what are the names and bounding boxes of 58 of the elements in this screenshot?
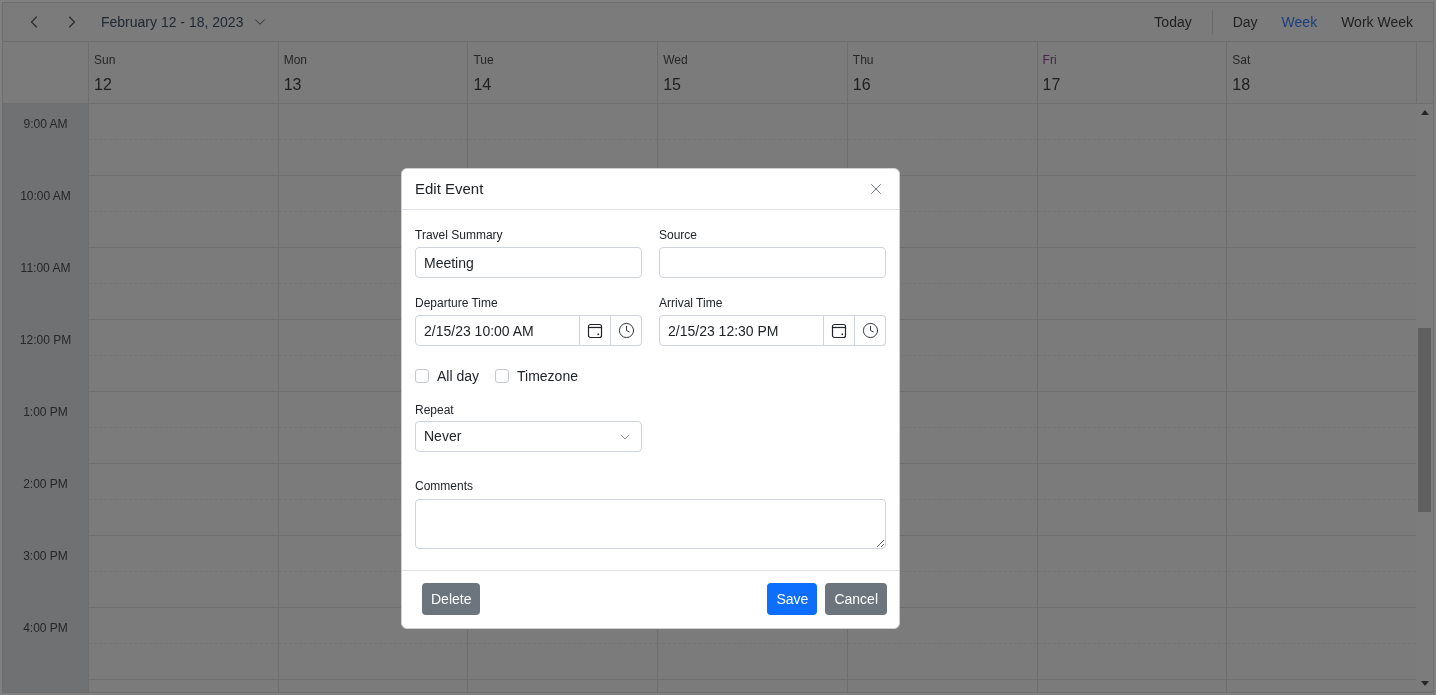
clock-button[interactable] — [855, 315, 886, 346]
clock-button[interactable] — [611, 315, 642, 346]
day-name: Thu — [852, 52, 874, 68]
delete-button[interactable]: Delete — [422, 583, 481, 615]
time-label: 11:00 AM — [20, 260, 71, 276]
day-name: Sat — [1232, 52, 1251, 68]
day-date: 17 — [1042, 75, 1061, 95]
day-name: Wed — [663, 52, 688, 68]
day-date: 14 — [473, 75, 492, 95]
field-label: Arrival Time — [659, 295, 724, 311]
time-label: 4:00 PM — [23, 620, 68, 636]
day-date: 12 — [94, 75, 112, 95]
checkbox-label: All day — [437, 366, 480, 386]
comments-field[interactable] — [415, 499, 886, 549]
clock-icon — [617, 322, 635, 339]
view-tab[interactable]: Day — [1232, 11, 1258, 33]
calendar-button[interactable] — [580, 315, 611, 346]
calendar-icon — [587, 322, 603, 339]
save-button[interactable]: Save — [767, 583, 818, 615]
day-date: 16 — [852, 75, 871, 95]
field-label: Travel Summary — [415, 227, 504, 243]
day-name: Fri — [1042, 52, 1057, 68]
cancel-button[interactable]: Cancel — [825, 583, 887, 615]
day-date: 13 — [283, 75, 302, 95]
calendar-icon — [831, 322, 847, 339]
time-label: 1:00 PM — [23, 404, 68, 420]
scrollbar-thumb[interactable] — [1418, 328, 1431, 512]
field-label: Departure Time — [415, 295, 499, 311]
text-field[interactable] — [659, 247, 886, 278]
field-label: Source — [659, 227, 699, 243]
checkbox[interactable] — [495, 369, 510, 383]
date-time-field[interactable]: 2/15/23 10:00 AM — [415, 315, 580, 346]
time-label: 10:00 AM — [20, 188, 71, 204]
date-time-field[interactable]: 2/15/23 12:30 PM — [659, 315, 824, 346]
day-date: 15 — [663, 75, 681, 95]
checkbox-label: Timezone — [517, 366, 578, 386]
view-tab[interactable]: Work Week — [1341, 11, 1413, 33]
field-label: Comments — [415, 478, 474, 494]
calendar-button[interactable] — [824, 315, 855, 346]
field-label: Repeat — [415, 402, 455, 418]
day-name: Sun — [94, 52, 116, 68]
text-field[interactable]: Meeting — [415, 247, 642, 278]
day-date: 18 — [1232, 75, 1251, 95]
scroll-up-icon[interactable] — [1420, 110, 1429, 115]
date-range-button[interactable]: February 12 - 18, 2023 — [101, 11, 270, 33]
time-label: 9:00 AM — [23, 116, 68, 132]
time-label: 12:00 PM — [19, 332, 72, 348]
time-label: 2:00 PM — [23, 476, 68, 492]
day-name: Mon — [283, 52, 308, 68]
checkbox[interactable] — [415, 369, 429, 383]
day-name: Tue — [473, 52, 494, 68]
today-button[interactable]: Today — [1154, 11, 1192, 33]
time-label: 3:00 PM — [23, 548, 68, 564]
scroll-down-icon[interactable] — [1420, 681, 1429, 686]
clock-icon — [861, 322, 879, 339]
repeat-select[interactable]: Never — [415, 421, 642, 452]
dialog-title: Edit Event — [415, 178, 484, 199]
view-tab[interactable]: Week — [1281, 11, 1318, 33]
